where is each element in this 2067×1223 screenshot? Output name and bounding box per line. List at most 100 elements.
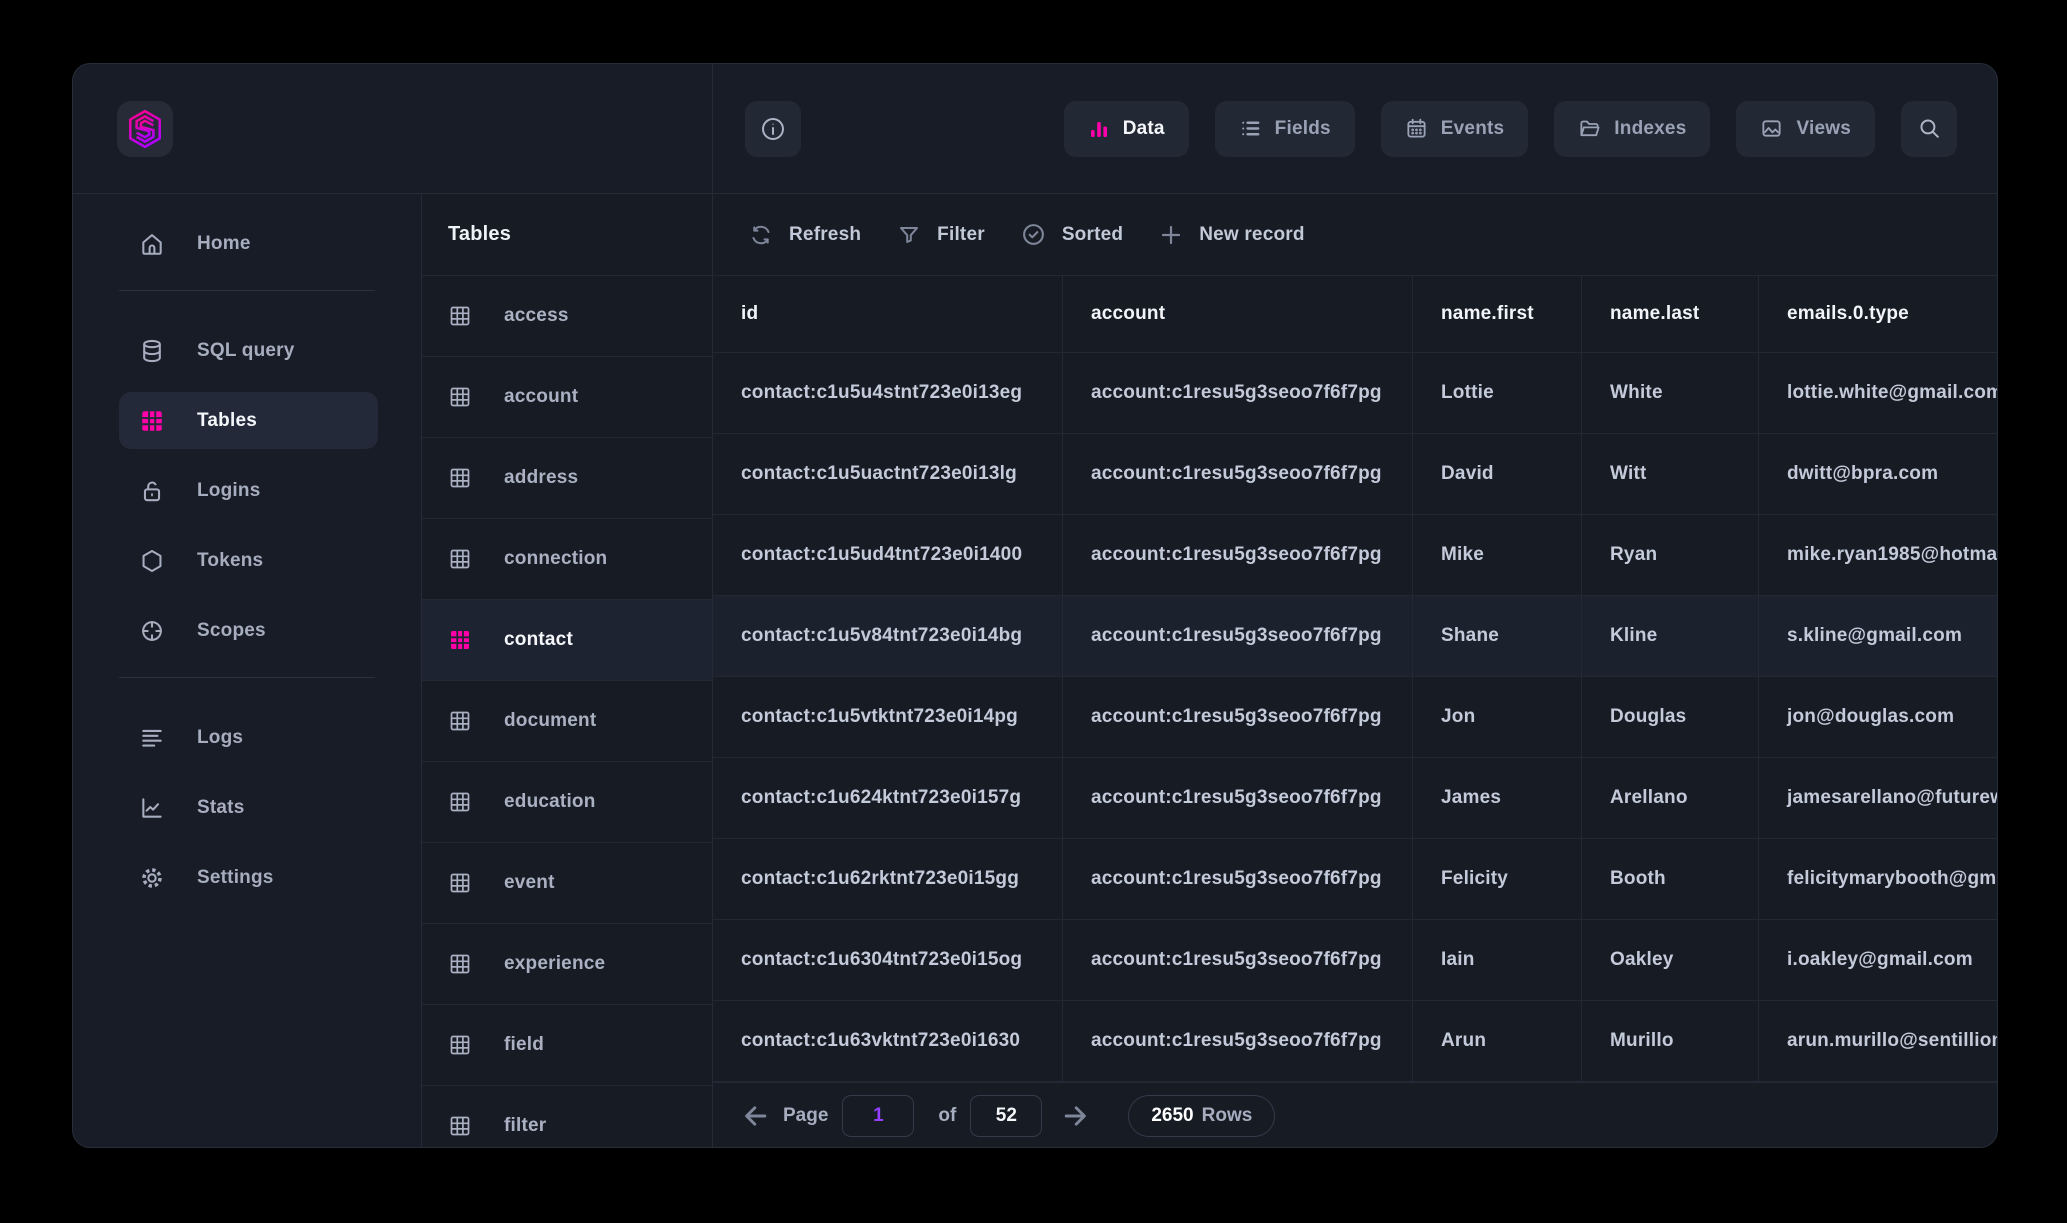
table-row[interactable]: contact:c1u624ktnt723e0i157g account:c1r… [713,758,1997,839]
table-grid-icon [448,547,472,571]
refresh-label: Refresh [789,224,861,246]
sidebar-item-sql-query[interactable]: SQL query [119,322,378,379]
filter-button[interactable]: Filter [897,223,985,247]
image-icon [1760,117,1783,140]
table-item-access[interactable]: access [422,276,712,357]
table-item-address[interactable]: address [422,438,712,519]
cell-account: account:c1resu5g3seoo7f6f7pg [1063,434,1413,514]
sidebar-item-logs[interactable]: Logs [119,709,378,766]
table-row[interactable]: contact:c1u62rktnt723e0i15gg account:c1r… [713,839,1997,920]
list-icon [1239,117,1262,140]
cell-name-last: Kline [1582,596,1759,676]
table-grid-icon [448,385,472,409]
sidebar-item-home[interactable]: Home [119,215,378,272]
table-item-field[interactable]: field [422,1005,712,1086]
app-logo-button[interactable] [117,101,173,157]
table-row-highlighted[interactable]: contact:c1u5v84tnt723e0i14bg account:c1r… [713,596,1997,677]
sorted-button[interactable]: Sorted [1021,222,1123,247]
table-item-label: access [504,305,569,327]
surrealist-logo-icon [124,108,166,150]
table-row[interactable]: contact:c1u5uactnt723e0i13lg account:c1r… [713,434,1997,515]
sidebar-item-label: Tokens [197,550,263,572]
tab-indexes[interactable]: Indexes [1554,101,1710,157]
sidebar-item-label: Logs [197,727,243,749]
table-row[interactable]: contact:c1u6304tnt723e0i15og account:c1r… [713,920,1997,1001]
table-item-education[interactable]: education [422,762,712,843]
cell-id: contact:c1u5uactnt723e0i13lg [713,434,1063,514]
table-grid-icon-active [448,628,472,652]
hexagon-icon [139,548,165,574]
table-grid-icon [448,871,472,895]
header-left-zone [73,64,713,193]
sidebar-item-label: Scopes [197,620,266,642]
cell-account: account:c1resu5g3seoo7f6f7pg [1063,677,1413,757]
cell-id: contact:c1u6304tnt723e0i15og [713,920,1063,1000]
refresh-button[interactable]: Refresh [749,223,861,247]
crosshair-icon [139,618,165,644]
cell-email: dwitt@bpra.com [1759,434,1997,514]
table-row[interactable]: contact:c1u63vktnt723e0i1630 account:c1r… [713,1001,1997,1082]
cell-account: account:c1resu5g3seoo7f6f7pg [1063,1001,1413,1081]
current-page-input[interactable] [842,1095,914,1137]
table-grid-icon [448,304,472,328]
table-item-connection[interactable]: connection [422,519,712,600]
cell-name-last: Witt [1582,434,1759,514]
table-item-account[interactable]: account [422,357,712,438]
column-header-id[interactable]: id [713,276,1063,352]
app-body: Home SQL query [73,194,1997,1147]
grid-toolbar: Refresh Filter Sor [713,194,1997,276]
tab-data[interactable]: Data [1064,101,1189,157]
table-row[interactable]: contact:c1u5ud4tnt723e0i1400 account:c1r… [713,515,1997,596]
tab-fields-label: Fields [1275,118,1331,140]
sidebar-item-label: Logins [197,480,260,502]
table-item-label: account [504,386,578,408]
column-header-account[interactable]: account [1063,276,1413,352]
cell-email: arun.murillo@sentillion.com [1759,1001,1997,1081]
tab-data-label: Data [1123,118,1165,140]
cell-email: felicitymarybooth@gmail.com [1759,839,1997,919]
sidebar-item-label: Tables [197,410,257,432]
sidebar-item-tokens[interactable]: Tokens [119,532,378,589]
tab-events[interactable]: Events [1381,101,1529,157]
info-button[interactable] [745,101,801,157]
table-item-contact[interactable]: contact [422,600,712,681]
plus-icon [1159,223,1183,247]
sidebar-item-label: Home [197,233,251,255]
tab-views[interactable]: Views [1736,101,1875,157]
table-item-event[interactable]: event [422,843,712,924]
page-label: Page [783,1105,828,1127]
column-header-name-last[interactable]: name.last [1582,276,1759,352]
table-grid-icon-active [139,408,165,434]
sidebar-item-logins[interactable]: Logins [119,462,378,519]
rows-count-badge: 2650 Rows [1128,1095,1275,1137]
total-pages-input[interactable] [970,1095,1042,1137]
table-item-filter[interactable]: filter [422,1086,712,1148]
cell-account: account:c1resu5g3seoo7f6f7pg [1063,515,1413,595]
table-item-experience[interactable]: experience [422,924,712,1005]
cell-id: contact:c1u63vktnt723e0i1630 [713,1001,1063,1081]
previous-page-button[interactable] [739,1099,773,1133]
sidebar-item-settings[interactable]: Settings [119,849,378,906]
cell-id: contact:c1u62rktnt723e0i15gg [713,839,1063,919]
sidebar-item-scopes[interactable]: Scopes [119,602,378,659]
table-grid-icon [448,466,472,490]
calendar-icon [1405,117,1428,140]
stats-chart-icon [139,795,165,821]
search-button[interactable] [1901,101,1957,157]
next-page-button[interactable] [1058,1099,1092,1133]
cell-name-first: Shane [1413,596,1582,676]
sidebar-item-stats[interactable]: Stats [119,779,378,836]
cell-account: account:c1resu5g3seoo7f6f7pg [1063,596,1413,676]
new-record-button[interactable]: New record [1159,223,1304,247]
new-record-label: New record [1199,224,1304,246]
sidebar-item-label: Stats [197,797,244,819]
table-row[interactable]: contact:c1u5u4stnt723e0i13eg account:c1r… [713,353,1997,434]
cell-name-first: James [1413,758,1582,838]
column-header-emails-type[interactable]: emails.0.type [1759,276,1997,352]
sidebar-item-tables[interactable]: Tables [119,392,378,449]
tab-fields[interactable]: Fields [1215,101,1355,157]
column-header-name-first[interactable]: name.first [1413,276,1582,352]
table-row[interactable]: contact:c1u5vtktnt723e0i14pg account:c1r… [713,677,1997,758]
sidebar-item-label: SQL query [197,340,295,362]
table-item-document[interactable]: document [422,681,712,762]
